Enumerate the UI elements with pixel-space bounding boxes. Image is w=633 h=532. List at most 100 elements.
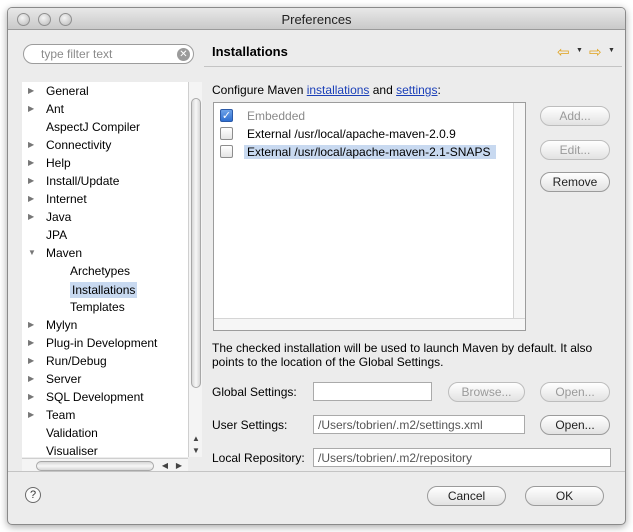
- collapsed-triangle-icon[interactable]: ▶: [28, 406, 36, 424]
- edit-button[interactable]: Edit...: [540, 140, 610, 160]
- tree-item-label: Templates: [70, 300, 125, 314]
- collapsed-triangle-icon[interactable]: ▶: [28, 190, 36, 208]
- tree-item-label: Internet: [46, 192, 87, 206]
- tree-item-label: Visualiser: [46, 444, 98, 457]
- tree-item-label: Ant: [46, 102, 65, 116]
- list-vertical-scrollbar[interactable]: [513, 103, 525, 318]
- intro-and: and: [369, 83, 397, 97]
- ok-button[interactable]: OK: [525, 486, 604, 506]
- tree-item-plug-in-development[interactable]: ▶ Plug-in Development: [22, 334, 188, 352]
- forward-arrow-icon[interactable]: ⇨: [589, 43, 602, 61]
- tree-item-label: General: [46, 84, 89, 98]
- tree-item-label: Archetypes: [70, 264, 131, 278]
- preferences-navigation: type filter text ✕ ▶ General ▶ Ant AspectJ C…: [16, 38, 202, 472]
- tree-horizontal-scroll-thumb[interactable]: [36, 461, 154, 471]
- tree-vertical-scrollbar[interactable]: ▲ ▼: [188, 82, 202, 457]
- installation-checkbox[interactable]: [220, 145, 233, 158]
- title-bar: Preferences: [8, 8, 625, 30]
- local-repository-label: Local Repository:: [212, 451, 305, 465]
- collapsed-triangle-icon[interactable]: ▶: [28, 388, 36, 406]
- tree-item-run-debug[interactable]: ▶ Run/Debug: [22, 352, 188, 370]
- remove-button[interactable]: Remove: [540, 172, 610, 192]
- back-arrow-icon[interactable]: ⇦: [557, 43, 570, 61]
- scroll-up-arrow-icon[interactable]: ▲: [189, 433, 203, 445]
- tree-item-maven[interactable]: ▼ Maven: [22, 244, 188, 262]
- collapsed-triangle-icon[interactable]: ▶: [28, 136, 36, 154]
- browse-button[interactable]: Browse...: [448, 382, 525, 402]
- tree-item-sql-development[interactable]: ▶ SQL Development: [22, 388, 188, 406]
- tree-item-server[interactable]: ▶ Server: [22, 370, 188, 388]
- collapsed-triangle-icon[interactable]: ▶: [28, 316, 36, 334]
- tree-item-installations[interactable]: Installations: [22, 280, 188, 298]
- tree-item-label: AspectJ Compiler: [46, 120, 141, 134]
- installation-checkbox[interactable]: ✓: [220, 109, 233, 122]
- footer-divider: [8, 471, 625, 472]
- global-settings-field[interactable]: [313, 382, 432, 401]
- cancel-button[interactable]: Cancel: [427, 486, 506, 506]
- tree-item-label: Mylyn: [46, 318, 78, 332]
- tree-item-general[interactable]: ▶ General: [22, 82, 188, 100]
- installation-label: External /usr/local/apache-maven-2.0.9: [247, 127, 456, 141]
- intro-prefix: Configure Maven: [212, 83, 307, 97]
- tree-vertical-scroll-thumb[interactable]: [191, 98, 201, 388]
- open-user-settings-button[interactable]: Open...: [540, 415, 610, 435]
- scroll-down-arrow-icon[interactable]: ▼: [189, 445, 203, 457]
- collapsed-triangle-icon[interactable]: ▶: [28, 208, 36, 226]
- filter-input[interactable]: type filter text ✕: [23, 44, 194, 64]
- title-divider: [204, 66, 622, 67]
- tree-item-label: Installations: [70, 282, 138, 298]
- installation-label: External /usr/local/apache-maven-2.1-SNA…: [244, 145, 496, 159]
- tree-item-install-update[interactable]: ▶ Install/Update: [22, 172, 188, 190]
- user-settings-field[interactable]: /Users/tobrien/.m2/settings.xml: [313, 415, 525, 434]
- collapsed-triangle-icon[interactable]: ▶: [28, 172, 36, 190]
- tree-item-jpa[interactable]: JPA: [22, 226, 188, 244]
- tree-item-team[interactable]: ▶ Team: [22, 406, 188, 424]
- collapsed-triangle-icon[interactable]: ▶: [28, 370, 36, 388]
- settings-link[interactable]: settings: [396, 83, 437, 97]
- global-settings-label: Global Settings:: [212, 385, 297, 399]
- installations-link[interactable]: installations: [307, 83, 370, 97]
- open-global-settings-button[interactable]: Open...: [540, 382, 610, 402]
- tree-item-aspectj-compiler[interactable]: AspectJ Compiler: [22, 118, 188, 136]
- intro-suffix: :: [437, 83, 441, 97]
- collapsed-triangle-icon[interactable]: ▶: [28, 154, 36, 172]
- expanded-triangle-icon[interactable]: ▼: [28, 244, 36, 262]
- collapsed-triangle-icon[interactable]: ▶: [28, 100, 36, 118]
- installations-list[interactable]: ✓ Embedded External /usr/local/apache-ma…: [213, 102, 526, 331]
- help-icon[interactable]: ?: [25, 487, 41, 503]
- tree-item-connectivity[interactable]: ▶ Connectivity: [22, 136, 188, 154]
- tree-item-internet[interactable]: ▶ Internet: [22, 190, 188, 208]
- back-dropdown-icon[interactable]: ▼: [576, 47, 583, 54]
- tree-item-label: Team: [46, 408, 76, 422]
- local-repository-field: /Users/tobrien/.m2/repository: [313, 448, 611, 467]
- tree-item-templates[interactable]: Templates: [22, 298, 188, 316]
- installation-checkbox[interactable]: [220, 127, 233, 140]
- tree-item-help[interactable]: ▶ Help: [22, 154, 188, 172]
- tree-item-ant[interactable]: ▶ Ant: [22, 100, 188, 118]
- preferences-window: Preferences type filter text ✕ ▶ General ▶…: [7, 7, 626, 525]
- tree-item-mylyn[interactable]: ▶ Mylyn: [22, 316, 188, 334]
- tree-item-label: Plug-in Development: [46, 336, 158, 350]
- tree-item-label: Install/Update: [46, 174, 120, 188]
- page-title: Installations: [212, 44, 288, 59]
- forward-dropdown-icon[interactable]: ▼: [608, 47, 615, 54]
- tree-item-label: Connectivity: [46, 138, 112, 152]
- collapsed-triangle-icon[interactable]: ▶: [28, 82, 36, 100]
- tree-item-label: Maven: [46, 246, 83, 260]
- installation-note: The checked installation will be used to…: [212, 341, 593, 369]
- list-horizontal-scrollbar[interactable]: [214, 318, 525, 330]
- clear-filter-icon[interactable]: ✕: [177, 48, 190, 61]
- tree-item-label: Server: [46, 372, 82, 386]
- add-button[interactable]: Add...: [540, 106, 610, 126]
- tree-item-visualiser[interactable]: Visualiser: [22, 442, 188, 457]
- filter-placeholder: type filter text: [41, 47, 113, 61]
- preference-page: Installations ⇦ ▼ ⇨ ▼ Configure Maven in…: [204, 38, 622, 471]
- tree-horizontal-scrollbar[interactable]: ◀ ▶: [22, 458, 188, 472]
- window-title: Preferences: [281, 12, 352, 27]
- collapsed-triangle-icon[interactable]: ▶: [28, 352, 36, 370]
- tree-item-archetypes[interactable]: Archetypes: [22, 262, 188, 280]
- collapsed-triangle-icon[interactable]: ▶: [28, 334, 36, 352]
- tree-item-java[interactable]: ▶ Java: [22, 208, 188, 226]
- tree-item-label: Help: [46, 156, 71, 170]
- tree-item-validation[interactable]: Validation: [22, 424, 188, 442]
